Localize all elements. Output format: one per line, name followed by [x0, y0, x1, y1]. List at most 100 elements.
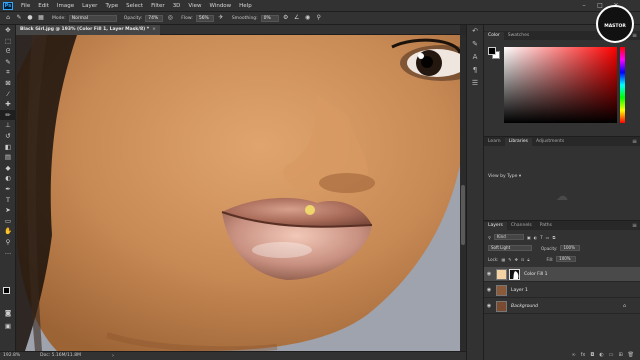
airbrush-icon[interactable]: ✈ — [217, 14, 225, 22]
tab-libraries[interactable]: Libraries — [504, 138, 533, 146]
color-picker-field[interactable] — [504, 47, 617, 123]
new-layer-icon[interactable]: ⊞ — [618, 350, 622, 360]
history-panel-icon[interactable]: ↶ — [467, 25, 483, 38]
foreground-color-swatch[interactable] — [488, 47, 496, 55]
lock-all-icon[interactable]: 🔒︎ — [527, 257, 529, 262]
hand-tool-icon[interactable]: ✋ — [0, 226, 16, 237]
scrollbar-thumb[interactable] — [461, 185, 465, 245]
close-tab-icon[interactable]: × — [152, 27, 156, 32]
visibility-eye-icon[interactable]: ◉ — [484, 271, 494, 277]
layer-name[interactable]: Color Fill 1 — [524, 272, 547, 277]
clone-stamp-tool-icon[interactable]: ⊥ — [0, 120, 16, 131]
libraries-menu-icon[interactable]: ≡ — [632, 138, 640, 146]
visibility-eye-icon[interactable]: ◉ — [484, 287, 494, 293]
image-canvas[interactable] — [17, 35, 460, 351]
color-panel-swatches[interactable] — [488, 47, 500, 59]
tab-learn[interactable]: Learn — [484, 138, 505, 146]
home-icon[interactable]: ⌂ — [4, 14, 12, 22]
group-icon[interactable]: ▭ — [609, 350, 614, 360]
layer-row-color-fill[interactable]: ◉ Color Fill 1 — [484, 267, 640, 282]
layer-row-background[interactable]: ◉ Background ⌂ — [484, 299, 640, 314]
foreground-background-swatch[interactable] — [3, 287, 13, 297]
lock-pixels-icon[interactable]: ▦ — [501, 257, 505, 262]
opacity-field[interactable]: 74% — [145, 14, 164, 22]
brush-settings-panel-icon[interactable]: ✎ — [467, 38, 483, 51]
filter-shape-icon[interactable]: ▭ — [546, 235, 550, 240]
lock-position-icon[interactable]: ✥ — [515, 257, 518, 262]
foreground-color[interactable] — [3, 287, 10, 294]
view-by-dropdown[interactable]: View by Type ▾ — [488, 174, 521, 179]
menu-layer[interactable]: Layer — [78, 3, 101, 9]
pressure-opacity-icon[interactable]: ◎ — [166, 14, 174, 22]
brush-size-icon[interactable]: ● — [26, 14, 34, 22]
zoom-tool-icon[interactable]: ⚲ — [0, 237, 16, 248]
tab-swatches[interactable]: Swatches — [504, 32, 534, 40]
mode-dropdown[interactable]: Normal — [68, 14, 117, 22]
layer-opacity-field[interactable]: 100% — [560, 245, 581, 251]
menu-window[interactable]: Window — [205, 3, 235, 9]
menu-3d[interactable]: 3D — [169, 3, 185, 9]
smoothing-settings-icon[interactable]: ⚙ — [282, 14, 290, 22]
tab-adjustments[interactable]: Adjustments — [532, 138, 568, 146]
layers-menu-icon[interactable]: ≡ — [632, 222, 640, 230]
tab-channels[interactable]: Channels — [507, 222, 536, 230]
tab-paths[interactable]: Paths — [536, 222, 556, 230]
brush-settings-icon[interactable]: ▦ — [37, 14, 45, 22]
lock-artboard-icon[interactable]: ⊡ — [521, 257, 524, 262]
menu-select[interactable]: Select — [122, 3, 147, 9]
blur-tool-icon[interactable]: ◆ — [0, 163, 16, 174]
menu-filter[interactable]: Filter — [147, 3, 169, 9]
filter-type-icon[interactable]: T — [540, 235, 542, 240]
screen-mode-icon[interactable]: ▣ — [0, 321, 16, 332]
smoothing-field[interactable]: 0% — [260, 14, 279, 22]
quick-mask-icon[interactable]: ◙ — [0, 308, 16, 319]
rectangle-tool-icon[interactable]: ▭ — [0, 216, 16, 227]
angle-icon[interactable]: ∠ — [293, 14, 301, 22]
menu-file[interactable]: File — [17, 3, 34, 9]
eyedropper-tool-icon[interactable]: ⁄ — [0, 89, 16, 100]
gradient-tool-icon[interactable]: ▤ — [0, 152, 16, 163]
marquee-tool-icon[interactable]: ⬚ — [0, 36, 16, 47]
fx-icon[interactable]: fx — [581, 350, 586, 360]
layer-fill-field[interactable]: 100% — [556, 256, 577, 262]
healing-tool-icon[interactable]: ✚ — [0, 99, 16, 110]
menu-edit[interactable]: Edit — [34, 3, 53, 9]
layer-row-layer-1[interactable]: ◉ Layer 1 — [484, 283, 640, 298]
eraser-tool-icon[interactable]: ◧ — [0, 142, 16, 153]
zoom-level[interactable]: 192.8% — [3, 352, 20, 360]
tab-layers[interactable]: Layers — [484, 222, 507, 230]
frame-tool-icon[interactable]: ⊠ — [0, 78, 16, 89]
symmetry-icon[interactable]: ⚲ — [315, 14, 323, 22]
layer-name[interactable]: Layer 1 — [511, 288, 528, 293]
tab-color[interactable]: Color — [484, 32, 504, 40]
type-tool-icon[interactable]: T — [0, 195, 16, 206]
add-mask-icon[interactable]: ◘ — [590, 350, 594, 360]
lasso-tool-icon[interactable]: ᘓ — [0, 46, 16, 57]
minimize-button[interactable]: – — [576, 0, 592, 11]
path-select-tool-icon[interactable]: ➤ — [0, 205, 16, 216]
layer-name[interactable]: Background — [511, 304, 538, 309]
flow-field[interactable]: 56% — [195, 14, 214, 22]
menu-help[interactable]: Help — [235, 3, 256, 9]
paragraph-panel-icon[interactable]: ¶ — [467, 64, 483, 77]
crop-tool-icon[interactable]: ⌗ — [0, 67, 16, 78]
adjustment-layer-icon[interactable]: ◐ — [599, 350, 603, 360]
filter-pixel-icon[interactable]: ▣ — [527, 235, 531, 240]
menu-image[interactable]: Image — [53, 3, 78, 9]
panel-menu-icon[interactable]: ≡ — [632, 32, 640, 40]
menu-view[interactable]: View — [184, 3, 205, 9]
blend-mode-dropdown[interactable]: Soft Light — [488, 245, 532, 251]
more-tools-icon[interactable]: … — [0, 247, 16, 258]
filter-adjustment-icon[interactable]: ◐ — [534, 235, 538, 240]
layer-mask-thumbnail[interactable] — [509, 268, 520, 280]
pen-tool-icon[interactable]: ✒ — [0, 184, 16, 195]
status-arrow-icon[interactable]: › — [112, 352, 114, 360]
character-panel-icon[interactable]: A — [467, 51, 483, 64]
properties-panel-icon[interactable]: ☰ — [467, 77, 483, 90]
menu-type[interactable]: Type — [101, 3, 122, 9]
hue-slider[interactable] — [620, 47, 625, 123]
brush-preset-icon[interactable]: ✎ — [15, 14, 23, 22]
move-tool-icon[interactable]: ✥ — [0, 25, 16, 36]
pressure-size-icon[interactable]: ◉ — [304, 14, 312, 22]
filter-smart-icon[interactable]: ⧉ — [552, 235, 555, 240]
